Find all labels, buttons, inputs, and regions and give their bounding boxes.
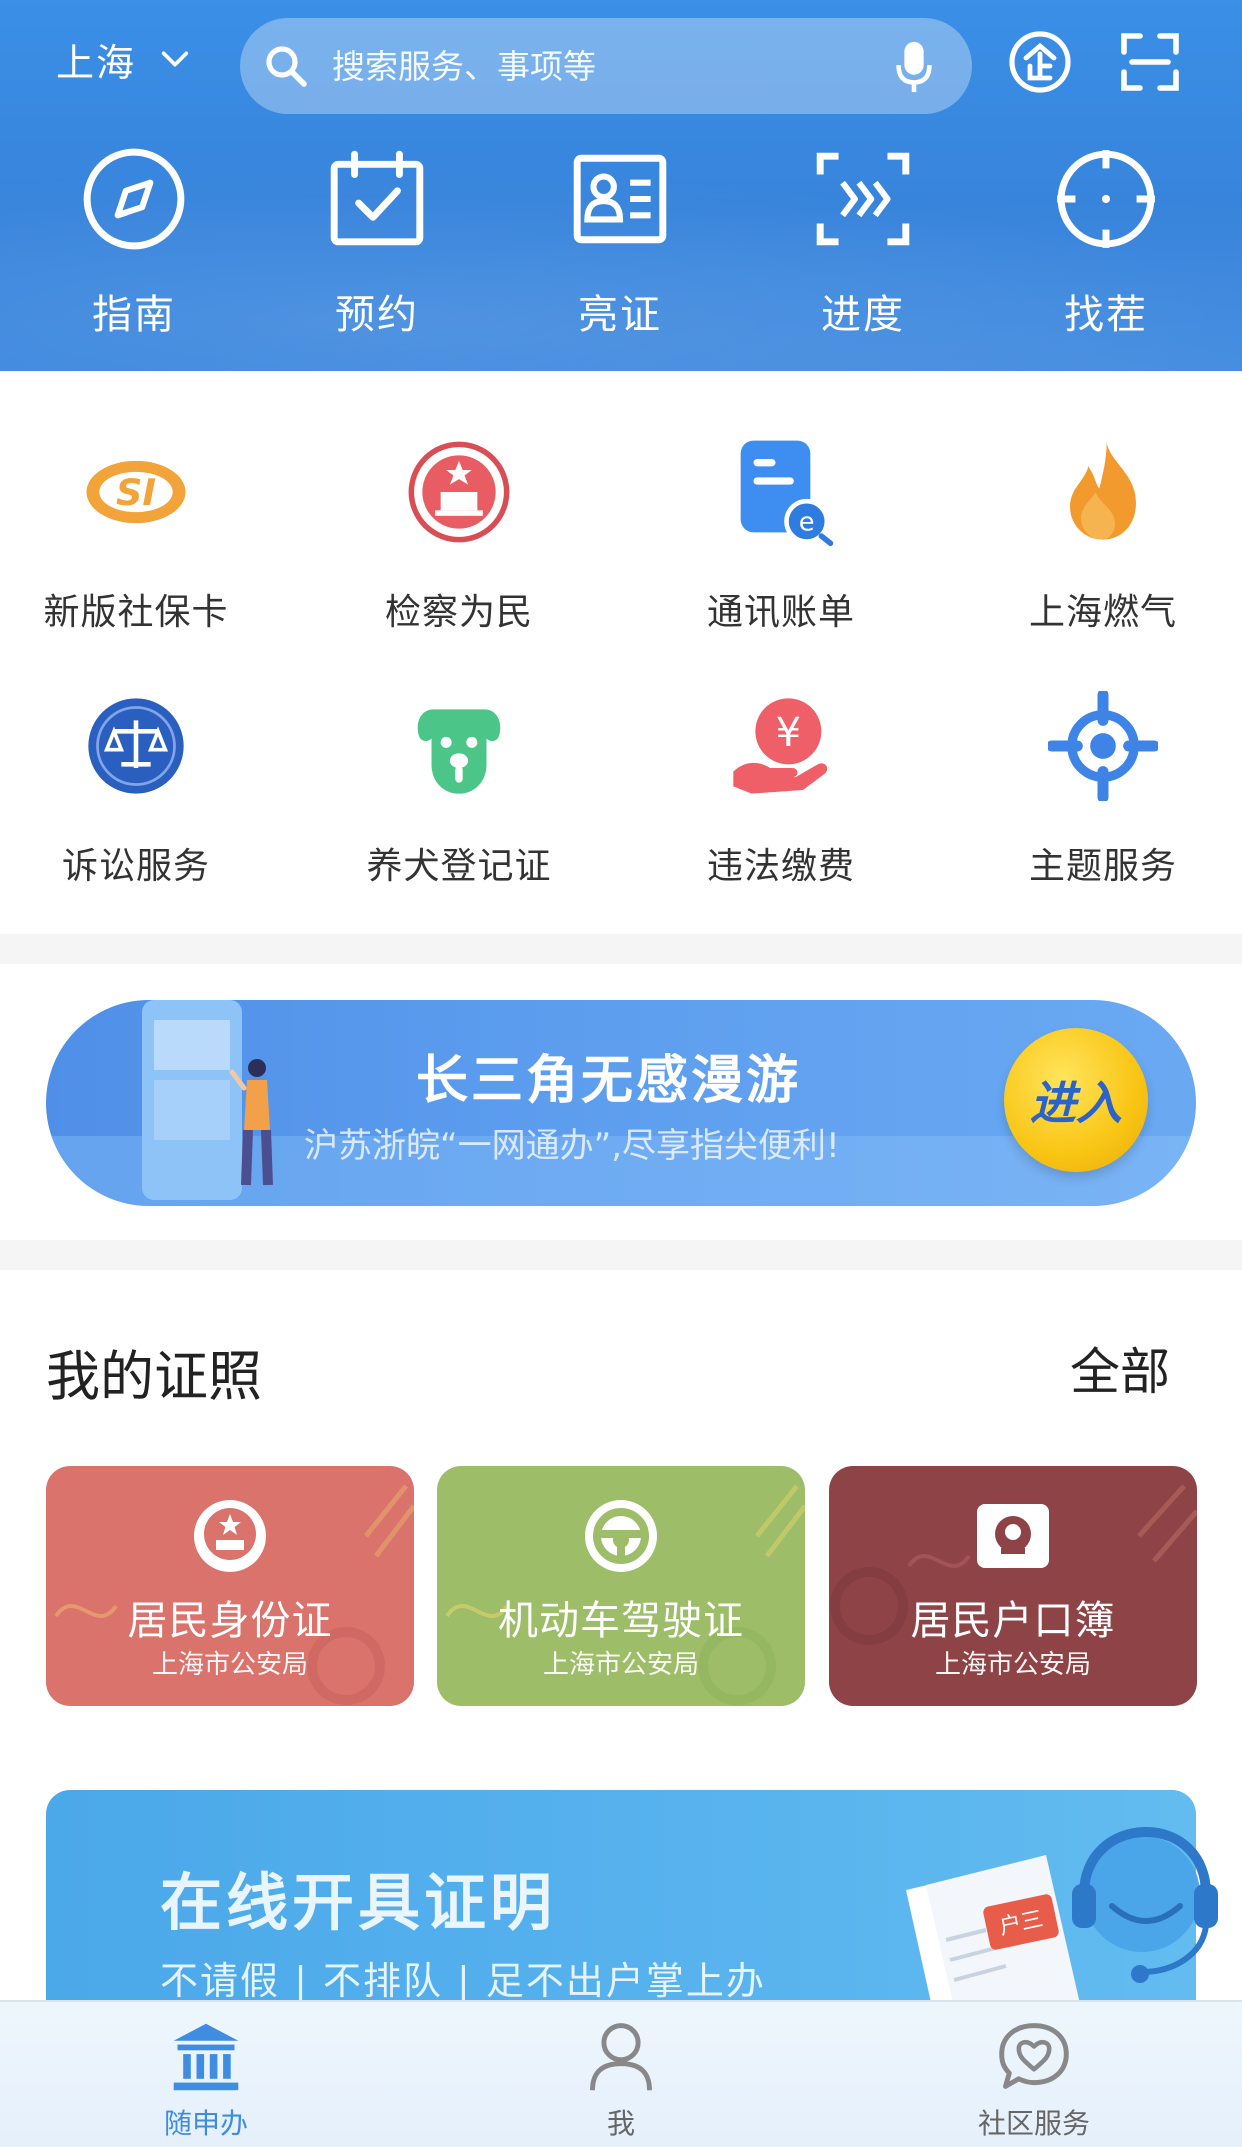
phone-illustration [142,1000,273,1200]
service-telecom-bill[interactable]: e 通讯账单 [631,437,931,635]
license-name: 居民户口簿 [910,1598,1116,1644]
service-social-security-card[interactable]: SI 新版社保卡 [0,437,286,635]
service-shanghai-gas[interactable]: 上海燃气 [953,437,1242,635]
license-issuer: 上海市公安局 [542,1650,699,1680]
quick-appointment-label: 预约 [335,292,419,338]
service-dog-registration[interactable]: 养犬登记证 [309,691,609,889]
service-label: 主题服务 [1028,846,1177,887]
quick-show-license[interactable]: 亮证 [540,146,700,340]
quick-appointment[interactable]: 预约 [297,146,457,340]
procuratorate-emblem-icon [408,441,510,543]
enterprise-icon[interactable] [1008,30,1072,94]
tab-home[interactable]: 随申办 [106,2018,306,2142]
yuan-hand-icon: ¥ [733,698,828,794]
svg-text:e: e [799,508,815,538]
crosshair-icon [1048,691,1158,801]
license-issuer: 上海市公安局 [934,1650,1091,1680]
national-emblem-icon [194,1500,266,1572]
chevron-down-icon [161,51,189,67]
enter-button[interactable]: 进入 [1004,1028,1148,1172]
tab-label: 社区服务 [977,2107,1090,2140]
progress-icon [816,152,910,246]
quick-report-issue-label: 找茬 [1064,292,1148,338]
license-card-household[interactable]: 居民户口簿 上海市公安局 [829,1466,1197,1706]
top-header: 上海 指南 预约 亮证 进度 找茬 [0,0,1242,371]
e-bill-icon: e [740,440,834,547]
svg-text:SI: SI [116,471,156,514]
service-label: 检察为民 [384,592,533,633]
user-icon [590,2023,652,2091]
license-issuer: 上海市公安局 [151,1650,308,1680]
service-label: 上海燃气 [1028,592,1177,633]
tab-community[interactable]: 社区服务 [934,2018,1134,2142]
yangtze-delta-banner[interactable]: 长三角无感漫游 沪苏浙皖“一网通办”,尽享指尖便利! 进入 [46,1000,1196,1206]
service-label: 新版社保卡 [43,592,229,633]
svg-text:¥: ¥ [775,709,801,756]
quick-progress[interactable]: 进度 [783,146,943,340]
banner-subtitle: 沪苏浙皖“一网通办”,尽享指尖便利! [304,1126,840,1166]
service-label: 诉讼服务 [61,846,210,887]
quick-guide-label: 指南 [92,292,176,338]
calendar-check-icon [330,150,424,246]
heart-chat-icon [999,2023,1069,2089]
promo-title: 在线开具证明 [160,1866,557,1939]
quick-guide[interactable]: 指南 [54,146,214,340]
bottom-tab-bar: 随申办 我 社区服务 [0,2000,1242,2147]
dog-icon [417,709,501,794]
city-selector[interactable]: 上海 [56,34,192,85]
search-bar[interactable] [240,18,972,114]
service-grid: SI 新版社保卡 检察为民 e 通讯账单 上海燃气 诉讼服务 养犬登记证 ¥ 违… [0,371,1242,934]
view-all-link[interactable]: 全部 [1070,1332,1170,1404]
service-litigation[interactable]: 诉讼服务 [0,691,286,889]
tab-label: 随申办 [163,2107,248,2140]
service-theme[interactable]: 主题服务 [953,691,1242,889]
scan-icon[interactable] [1118,30,1182,94]
section-title: 我的证照 [46,1345,262,1408]
quick-report-issue[interactable]: 找茬 [1026,146,1186,340]
search-icon [266,46,307,87]
search-input[interactable] [332,46,872,86]
steering-wheel-icon [585,1500,657,1572]
compass-icon [83,148,185,250]
court-scales-icon [88,698,184,794]
service-procuratorate[interactable]: 检察为民 [309,437,609,635]
license-name: 居民身份证 [127,1598,333,1644]
microphone-icon[interactable] [894,40,934,94]
tab-me[interactable]: 我 [521,2018,721,2142]
license-card-id[interactable]: 居民身份证 上海市公安局 [46,1466,414,1706]
city-label: 上海 [56,40,137,85]
quick-show-license-label: 亮证 [578,292,662,338]
tab-label: 我 [606,2107,635,2140]
government-building-icon [173,2023,239,2091]
promo-subtitle: 不请假 | 不排队 | 足不出户掌上办 [160,1959,766,2003]
service-label: 违法缴费 [706,846,855,887]
customer-service-icon[interactable] [1062,1816,1228,1992]
social-security-card-icon: SI [86,460,186,524]
household-register-icon [977,1504,1049,1568]
service-label: 养犬登记证 [366,846,552,887]
banner-title: 长三角无感漫游 [416,1051,802,1111]
service-label: 通讯账单 [706,592,855,633]
quick-progress-label: 进度 [821,292,905,338]
id-card-icon [573,154,667,244]
target-icon [1057,150,1155,248]
license-name: 机动车驾驶证 [498,1598,744,1644]
service-violation-payment[interactable]: ¥ 违法缴费 [631,691,931,889]
license-card-driving[interactable]: 机动车驾驶证 上海市公安局 [437,1466,805,1706]
flame-icon [1070,442,1136,540]
banner-section: 长三角无感漫游 沪苏浙皖“一网通办”,尽享指尖便利! 进入 [0,964,1242,1240]
